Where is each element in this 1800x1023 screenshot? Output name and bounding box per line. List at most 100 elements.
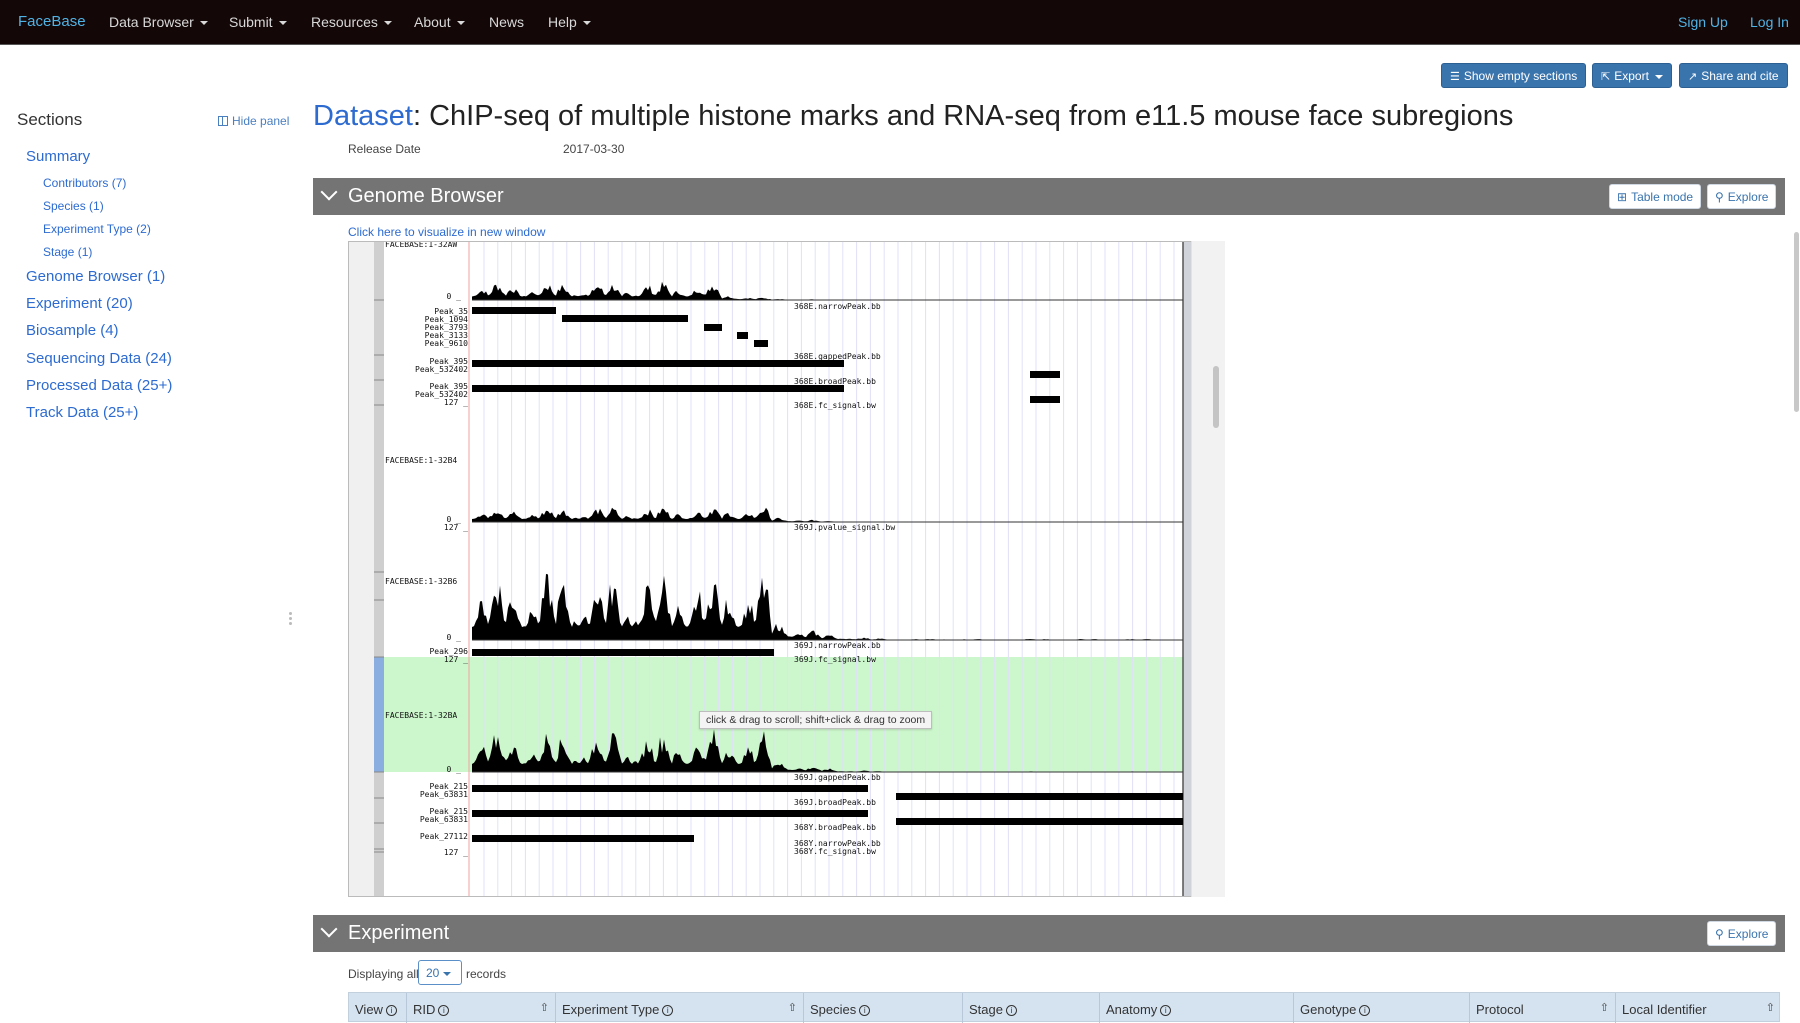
chevron-down-icon[interactable] — [320, 183, 338, 201]
nav-help[interactable]: Help — [548, 14, 591, 30]
sidebar-item-sequencing-data[interactable]: Sequencing Data (24) — [26, 350, 172, 367]
visualize-new-window-link[interactable]: Click here to visualize in new window — [348, 225, 545, 239]
share-and-cite-button[interactable]: ↗ Share and cite — [1679, 63, 1788, 88]
info-icon[interactable]: i — [859, 1005, 871, 1016]
file-label: 368Y.fc_signal.bw — [794, 847, 876, 856]
peak-bar — [562, 315, 688, 322]
nav-label: News — [489, 14, 525, 30]
column-label: Species — [810, 1002, 857, 1017]
sidebar-item-stage[interactable]: Stage (1) — [43, 245, 92, 259]
file-label: 369J.gappedPeak.bb — [794, 773, 881, 782]
list-icon: ☰ — [1450, 71, 1460, 83]
button-label: Explore — [1727, 190, 1769, 204]
show-empty-sections-button[interactable]: ☰ Show empty sections — [1441, 63, 1587, 88]
file-label: 369J.broadPeak.bb — [794, 798, 876, 807]
peak-bar — [754, 340, 768, 347]
file-label: 368E.fc_signal.bw — [794, 401, 876, 410]
sign-up-link[interactable]: Sign Up — [1678, 14, 1728, 30]
file-label: 368E.narrowPeak.bb — [794, 302, 881, 311]
genome-browser-canvas[interactable]: FACEBASE:1-32AW 0 _ 368E.narrowPeak.bb Peak… — [349, 242, 1225, 897]
peak-bar — [1030, 371, 1060, 378]
info-icon[interactable]: i — [1359, 1005, 1371, 1016]
column-header-experiment-type[interactable]: Experiment Type i ⇧ — [556, 993, 804, 1023]
sort-icon[interactable]: ⇧ — [1766, 1001, 1775, 1014]
experiment-explore-button[interactable]: ⚲ Explore — [1707, 921, 1777, 946]
column-label: RID — [413, 1002, 436, 1017]
experiment-section-header[interactable]: Experiment ⚲ Explore — [313, 915, 1785, 952]
column-header-anatomy[interactable]: Anatomy i — [1100, 993, 1294, 1023]
peak-label: Peak_27112 — [420, 832, 468, 841]
scale-max-label: 127 _ — [444, 398, 468, 407]
section-title: Experiment — [348, 922, 450, 944]
peak-label: Peak_9610 — [425, 339, 469, 348]
genome-browser-section-header[interactable]: Genome Browser ⊞ Table mode ⚲ Explore — [313, 178, 1785, 215]
search-icon: ⚲ — [1715, 927, 1724, 941]
peak-label: Peak_532402 — [415, 365, 468, 374]
section-title: Genome Browser — [348, 185, 504, 207]
export-button[interactable]: ⇱ Export — [1592, 63, 1672, 88]
chevron-down-icon[interactable] — [320, 920, 338, 938]
file-label: 368Y.broadPeak.bb — [794, 823, 876, 832]
nav-label: Help — [548, 14, 577, 30]
column-label: Local Identifier — [1622, 1002, 1707, 1017]
info-icon[interactable]: i — [1005, 1005, 1017, 1016]
caret-down-icon — [278, 21, 287, 26]
nav-resources[interactable]: Resources — [311, 14, 392, 30]
button-label: Explore — [1727, 927, 1769, 941]
scale-zero-label: 0 _ — [447, 292, 462, 301]
sort-icon[interactable]: ⇧ — [788, 1001, 797, 1014]
sidebar-item-biosample[interactable]: Biosample (4) — [26, 322, 119, 339]
sidebar-item-experiment-type[interactable]: Experiment Type (2) — [43, 222, 151, 236]
column-header-protocol[interactable]: Protocol ⇧ — [1470, 993, 1616, 1023]
sidebar-item-track-data[interactable]: Track Data (25+) — [26, 404, 138, 421]
log-in-link[interactable]: Log In — [1750, 14, 1789, 30]
sidebar-item-processed-data[interactable]: Processed Data (25+) — [26, 377, 172, 394]
sidebar-item-contributors[interactable]: Contributors (7) — [43, 176, 126, 190]
brand-logo[interactable]: FaceBase — [18, 13, 86, 30]
nav-label: Resources — [311, 14, 378, 30]
nav-data-browser[interactable]: Data Browser — [109, 14, 208, 30]
column-header-rid[interactable]: RID i ⇧ — [407, 993, 556, 1023]
sidebar-item-genome-browser[interactable]: Genome Browser (1) — [26, 268, 165, 285]
column-header-genotype[interactable]: Genotype i — [1294, 993, 1470, 1023]
info-icon[interactable]: i — [1160, 1005, 1172, 1016]
sidebar-item-summary[interactable]: Summary — [26, 148, 90, 165]
page-scrollbar[interactable] — [1794, 232, 1799, 412]
panel-collapse-icon — [218, 116, 228, 126]
sort-icon[interactable]: ⇧ — [540, 1001, 549, 1014]
genome-browser-scrollbar[interactable] — [1191, 241, 1225, 897]
genome-browser-frame[interactable]: FACEBASE:1-32AW 0 _ 368E.narrowPeak.bb Peak… — [348, 241, 1225, 897]
selected-track-handle — [374, 657, 384, 772]
peak-bar — [472, 810, 868, 817]
info-icon[interactable]: i — [385, 1005, 397, 1016]
sidebar-item-species[interactable]: Species (1) — [43, 199, 104, 213]
column-label: Protocol — [1476, 1002, 1524, 1017]
dataset-link[interactable]: Dataset — [313, 100, 413, 132]
sidebar-item-experiment[interactable]: Experiment (20) — [26, 295, 133, 312]
peak-bar — [472, 307, 556, 314]
info-icon[interactable]: i — [662, 1005, 674, 1016]
sidebar-resize-handle[interactable] — [289, 612, 292, 628]
column-header-local-identifier[interactable]: Local Identifier ⇧ — [1616, 993, 1781, 1023]
sort-icon[interactable]: ⇧ — [1600, 1001, 1609, 1014]
info-icon[interactable]: i — [438, 1005, 450, 1016]
column-header-species[interactable]: Species i — [804, 993, 963, 1023]
nav-news[interactable]: News — [489, 14, 524, 30]
file-label: 368E.broadPeak.bb — [794, 377, 876, 386]
hide-panel-button[interactable]: Hide panel — [218, 114, 289, 128]
genome-browser-scroll-thumb[interactable] — [1213, 366, 1219, 428]
caret-down-icon — [383, 21, 392, 26]
table-mode-button[interactable]: ⊞ Table mode — [1609, 184, 1702, 209]
explore-button[interactable]: ⚲ Explore — [1707, 184, 1777, 209]
file-label: 369J.narrowPeak.bb — [794, 641, 881, 650]
column-header-stage[interactable]: Stage i — [963, 993, 1100, 1023]
column-header-view[interactable]: View i — [349, 993, 407, 1023]
table-icon: ⊞ — [1617, 190, 1628, 204]
column-label: View — [355, 1002, 383, 1017]
page-size-dropdown[interactable]: 20 — [418, 960, 462, 985]
scale-max-label: 127 _ — [444, 655, 468, 664]
nav-about[interactable]: About — [414, 14, 465, 30]
nav-submit[interactable]: Submit — [229, 14, 287, 30]
share-icon: ↗ — [1688, 71, 1698, 83]
displaying-prefix: Displaying all — [348, 967, 419, 981]
